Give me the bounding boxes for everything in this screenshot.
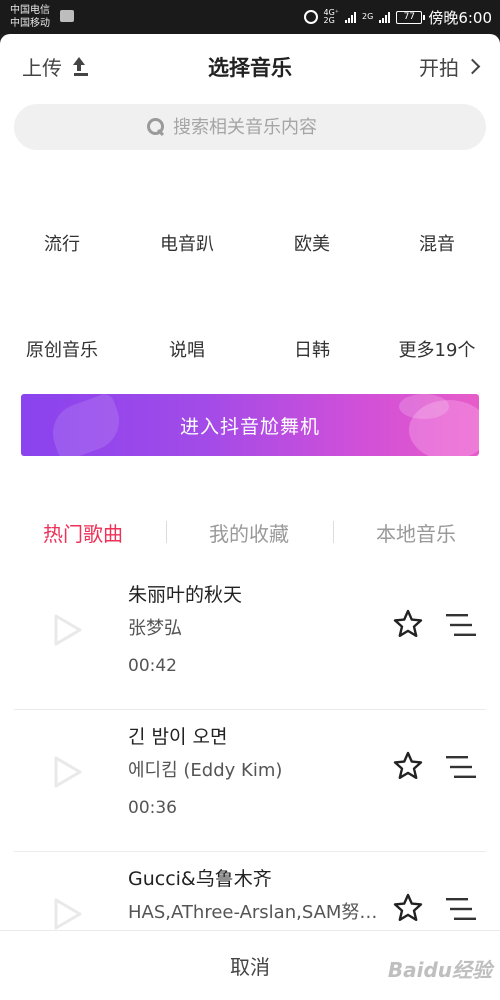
song-duration: 00:42 bbox=[128, 656, 177, 676]
music-tabs: 热门歌曲 我的收藏 本地音乐 bbox=[0, 506, 500, 556]
status-bar: 中国电信 中国移动 4G⁺ 2G 2G 77 傍晚6:00 bbox=[0, 0, 500, 34]
menu-icon[interactable] bbox=[446, 754, 476, 780]
notification-icon bbox=[60, 10, 74, 22]
category-original[interactable]: 原创音乐 bbox=[26, 336, 98, 362]
banner-label: 进入抖音尬舞机 bbox=[179, 415, 320, 438]
carrier-info: 中国电信 中国移动 bbox=[10, 4, 50, 30]
song-duration: 00:36 bbox=[128, 798, 177, 818]
search-icon bbox=[147, 118, 165, 136]
category-remix[interactable]: 混音 bbox=[419, 230, 455, 256]
clock: 傍晚6:00 bbox=[428, 8, 492, 27]
search-input[interactable] bbox=[173, 116, 353, 138]
signal-icon-2 bbox=[379, 11, 391, 23]
menu-icon[interactable] bbox=[446, 612, 476, 638]
watermark: Baidu经验 bbox=[387, 958, 492, 982]
tab-divider bbox=[333, 521, 334, 543]
play-icon[interactable] bbox=[50, 896, 84, 932]
song-artist: 张梦弘 bbox=[128, 618, 182, 639]
shoot-label: 开拍 bbox=[419, 56, 459, 80]
category-western[interactable]: 欧美 bbox=[294, 230, 330, 256]
menu-icon[interactable] bbox=[446, 896, 476, 922]
song-title: Gucci&乌鲁木齐 bbox=[128, 868, 272, 890]
category-edm[interactable]: 电音趴 bbox=[160, 230, 214, 256]
banner-ring-decoration bbox=[399, 394, 449, 419]
song-title: 朱丽叶的秋天 bbox=[128, 584, 243, 606]
cancel-button[interactable]: 取消 bbox=[230, 951, 270, 980]
tab-hot-songs[interactable]: 热门歌曲 bbox=[43, 518, 123, 547]
tab-divider bbox=[166, 521, 167, 543]
tab-local-music[interactable]: 本地音乐 bbox=[376, 518, 456, 547]
play-icon[interactable] bbox=[50, 612, 84, 648]
star-icon[interactable] bbox=[392, 608, 424, 640]
song-artist: 에디킴 (Eddy Kim) bbox=[128, 760, 283, 781]
star-icon[interactable] bbox=[392, 892, 424, 924]
category-rap[interactable]: 说唱 bbox=[169, 336, 205, 362]
status-icons: 4G⁺ 2G 2G 77 傍晚6:00 bbox=[303, 7, 492, 27]
song-artist: HAS,AThree-Arslan,SAM努… bbox=[128, 902, 378, 923]
chevron-right-icon bbox=[464, 58, 481, 75]
search-bar[interactable] bbox=[14, 104, 486, 150]
song-item[interactable]: 긴 밤이 오면 에디킴 (Eddy Kim) 00:36 bbox=[14, 710, 486, 852]
shoot-button[interactable]: 开拍 bbox=[419, 52, 481, 81]
tab-favorites[interactable]: 我的收藏 bbox=[209, 518, 289, 547]
star-icon[interactable] bbox=[392, 750, 424, 782]
music-picker-sheet: 上传 选择音乐 开拍 流行 电音趴 欧美 混音 原创音乐 说唱 日韩 更多19个… bbox=[0, 34, 500, 1000]
banner-decoration bbox=[44, 394, 128, 456]
carrier-1: 中国电信 bbox=[10, 5, 50, 16]
category-pop[interactable]: 流行 bbox=[44, 230, 80, 256]
song-item[interactable]: 朱丽叶的秋天 张梦弘 00:42 bbox=[14, 568, 486, 710]
song-title: 긴 밤이 오면 bbox=[128, 726, 228, 748]
network-type-1: 4G⁺ 2G bbox=[323, 8, 340, 25]
category-jk[interactable]: 日韩 bbox=[294, 336, 330, 362]
category-more[interactable]: 更多19个 bbox=[399, 336, 476, 362]
alarm-icon bbox=[303, 10, 318, 24]
battery-icon: 77 bbox=[396, 10, 426, 24]
signal-icon bbox=[345, 11, 357, 23]
carrier-2: 中国移动 bbox=[10, 18, 50, 29]
dance-machine-banner[interactable]: 进入抖音尬舞机 bbox=[21, 394, 479, 456]
header: 上传 选择音乐 开拍 bbox=[0, 34, 500, 98]
network-type-2: 2G bbox=[362, 12, 374, 21]
play-icon[interactable] bbox=[50, 754, 84, 790]
